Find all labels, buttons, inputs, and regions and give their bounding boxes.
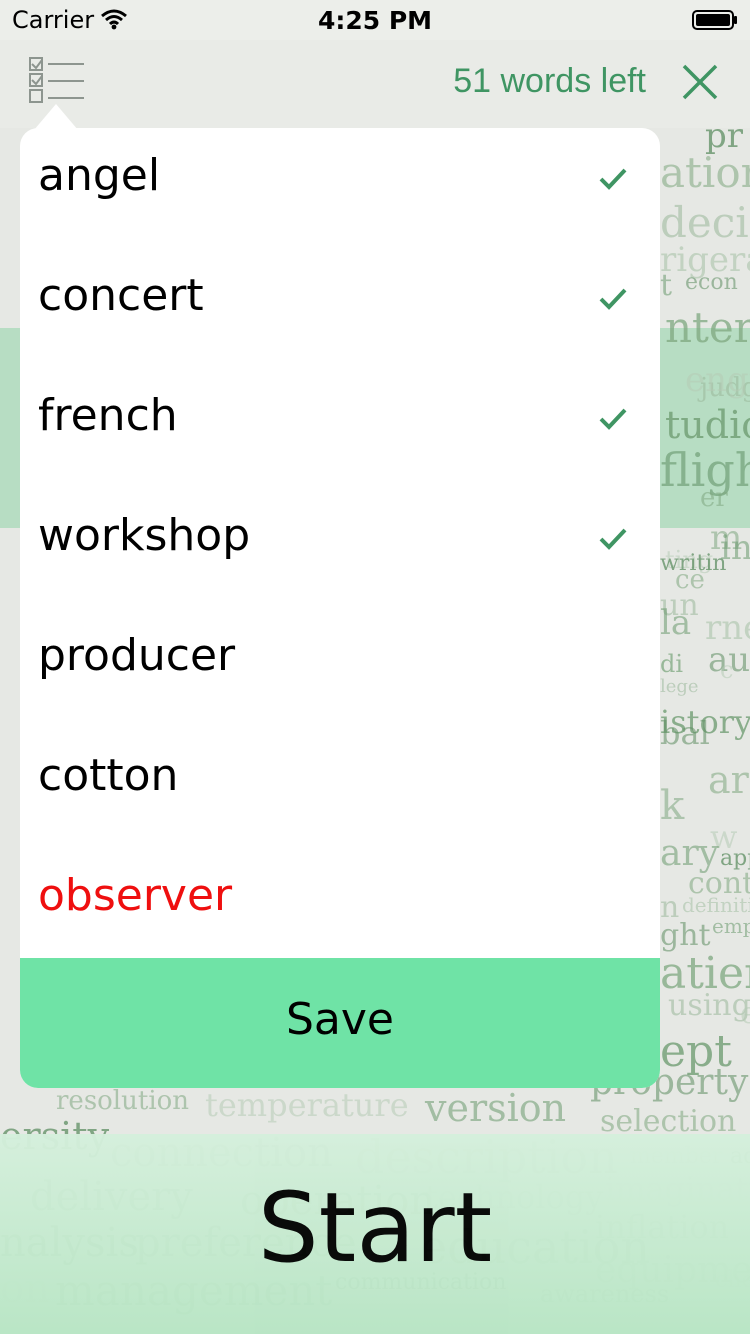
cloud-word: bal (660, 714, 710, 752)
cloud-word: di (660, 650, 684, 678)
cloud-word: temperature (205, 1086, 409, 1124)
checkmark-icon (599, 288, 627, 310)
save-button[interactable]: Save (20, 958, 660, 1088)
start-button[interactable]: Start (0, 1134, 750, 1334)
word-row[interactable]: concert (20, 248, 660, 368)
word-list-popover: angel concert french workshop producer cotton… (20, 128, 660, 1088)
word-row[interactable]: angel (20, 128, 660, 248)
cloud-word: e (740, 996, 750, 1031)
cloud-word: ation (660, 148, 750, 197)
cloud-word: lege (660, 676, 699, 697)
cloud-word: er (700, 483, 728, 513)
word-row[interactable]: cotton (20, 728, 660, 848)
popover-arrow (34, 104, 78, 130)
word-label: workshop (38, 510, 251, 561)
cloud-word: using (668, 988, 750, 1023)
cloud-word: ength (685, 360, 750, 400)
cloud-word: la (660, 603, 692, 643)
cloud-word: tudio (665, 403, 750, 447)
cloud-word: emp (712, 914, 750, 938)
cloud-word: t (660, 268, 673, 303)
start-button-label: Start (257, 1172, 493, 1284)
nav-bar: 51 words left (0, 40, 750, 128)
word-label: french (38, 390, 178, 441)
save-button-label: Save (285, 994, 394, 1045)
word-label: cotton (38, 750, 179, 801)
word-row[interactable]: french (20, 368, 660, 488)
clock: 4:25 PM (317, 6, 433, 35)
cloud-word: resolution (56, 1086, 190, 1116)
cloud-word: nter (665, 303, 750, 352)
words-left-counter: 51 words left (453, 62, 646, 100)
word-label: concert (38, 270, 204, 321)
word-label: observer (38, 870, 233, 921)
cloud-word: econ (685, 270, 738, 295)
battery-icon (692, 10, 737, 30)
cloud-word: c (720, 656, 734, 684)
word-label: producer (38, 630, 236, 681)
status-bar: Carrier 4:25 PM (0, 0, 750, 40)
checkmark-icon (599, 528, 627, 550)
word-row[interactable]: observer (20, 848, 660, 968)
word-label: angel (38, 150, 161, 201)
cloud-word: version (425, 1086, 567, 1130)
word-row[interactable]: workshop (20, 488, 660, 608)
word-row[interactable]: producer (20, 608, 660, 728)
close-icon[interactable] (680, 62, 720, 102)
cloud-word: k (660, 783, 685, 829)
checkmark-icon (599, 408, 627, 430)
cloud-word: ar (708, 758, 749, 802)
checklist-icon[interactable] (26, 54, 88, 108)
checkmark-icon (599, 168, 627, 190)
